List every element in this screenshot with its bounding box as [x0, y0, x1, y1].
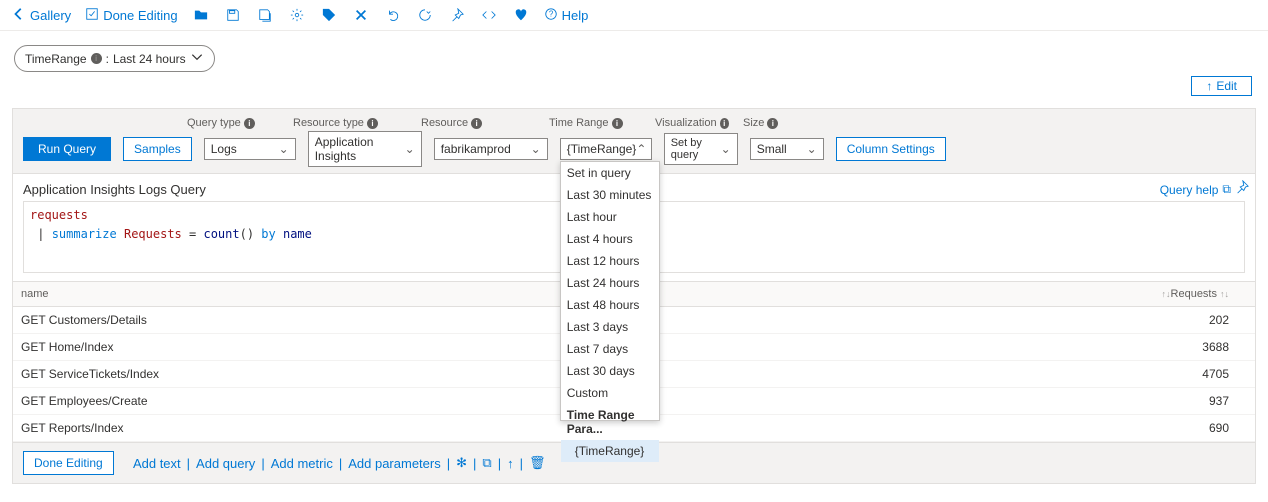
open-icon[interactable] [192, 6, 210, 24]
pill-value: Last 24 hours [113, 52, 186, 66]
query-help-link[interactable]: Query help⧉ [1160, 182, 1231, 197]
cell-requests: 3688 [1127, 334, 1237, 361]
time-range-option[interactable]: Last 48 hours [561, 294, 659, 316]
chevron-down-icon: ⌄ [807, 142, 817, 156]
code-icon[interactable] [480, 6, 498, 24]
sort-icon: ↑↓ [1162, 289, 1171, 299]
sort-icon: ↑↓ [1220, 289, 1229, 299]
edit-row: ↑ Edit [0, 72, 1268, 102]
heart-icon[interactable] [512, 6, 530, 24]
cell-requests: 4705 [1127, 361, 1237, 388]
time-range-option[interactable]: Last 7 days [561, 338, 659, 360]
help-link[interactable]: ? Help [544, 7, 589, 24]
time-range-option-header: Time Range Para... [561, 404, 659, 440]
chevron-down-icon [190, 50, 204, 67]
help-label: Help [562, 8, 589, 23]
timerange-pill[interactable]: TimeRange i : Last 24 hours [14, 45, 215, 72]
time-range-option[interactable]: Last 24 hours [561, 272, 659, 294]
time-range-option-selected[interactable]: {TimeRange} [561, 440, 659, 462]
add-text-link[interactable]: Add text [133, 456, 181, 471]
size-select[interactable]: Small⌄ [750, 138, 824, 160]
time-range-select[interactable]: {TimeRange}⌃ Set in query Last 30 minute… [560, 138, 652, 160]
cell-requests: 937 [1127, 388, 1237, 415]
info-icon: i [91, 53, 102, 64]
time-range-option[interactable]: Last 30 minutes [561, 184, 659, 206]
chevron-up-icon: ⌃ [636, 142, 646, 156]
delete-icon[interactable]: 🗑 [529, 455, 546, 471]
info-icon: i [244, 118, 255, 129]
pin-icon[interactable] [448, 6, 466, 24]
samples-button[interactable]: Samples [123, 137, 192, 161]
controls-row: Run Query Samples Logs⌄ Application Insi… [23, 131, 1245, 167]
top-toolbar: Gallery Done Editing ? Help [0, 0, 1268, 31]
label-resource-type: Resource typei [293, 117, 407, 129]
label-query-type: Query typei [187, 117, 279, 129]
back-arrow-icon [12, 7, 26, 24]
cell-requests: 202 [1127, 307, 1237, 334]
scroll-spacer [1237, 282, 1255, 307]
cell-requests: 690 [1127, 415, 1237, 442]
time-range-option[interactable]: Last 3 days [561, 316, 659, 338]
info-icon: i [471, 118, 482, 129]
external-link-icon: ⧉ [1222, 182, 1231, 197]
time-range-option[interactable]: Last hour [561, 206, 659, 228]
label-resource: Resourcei [421, 117, 535, 129]
done-editing-button[interactable]: Done Editing [23, 451, 114, 475]
visualization-select[interactable]: Set by query⌄ [664, 133, 738, 165]
close-icon[interactable] [352, 6, 370, 24]
up-arrow-icon: ↑ [1206, 79, 1212, 93]
settings-icon[interactable]: ✻ [456, 455, 467, 471]
time-range-option[interactable]: Last 12 hours [561, 250, 659, 272]
query-card: Query typei Resource typei Resourcei Tim… [12, 108, 1256, 484]
label-visualization: Visualizationi [655, 117, 729, 129]
time-range-option[interactable]: Last 30 days [561, 360, 659, 382]
tag-icon[interactable] [320, 6, 338, 24]
time-range-option[interactable]: Custom [561, 382, 659, 404]
gear-icon[interactable] [288, 6, 306, 24]
time-range-option[interactable]: Set in query [561, 162, 659, 184]
pill-colon: : [106, 52, 109, 66]
done-editing-icon [85, 7, 99, 24]
info-icon: i [720, 118, 729, 129]
add-parameters-link[interactable]: Add parameters [348, 456, 441, 471]
chevron-down-icon: ⌄ [721, 142, 731, 156]
card-header: Query typei Resource typei Resourcei Tim… [13, 109, 1255, 174]
resource-select[interactable]: fabrikamprod⌄ [434, 138, 548, 160]
label-size: Sizei [743, 117, 817, 129]
query-pin-icon[interactable] [1235, 180, 1249, 197]
pill-name: TimeRange [25, 52, 87, 66]
edit-button[interactable]: ↑ Edit [1191, 76, 1252, 96]
column-settings-button[interactable]: Column Settings [836, 137, 946, 161]
column-requests[interactable]: ↑↓Requests↑↓ [1127, 282, 1237, 307]
info-icon: i [612, 118, 623, 129]
edit-label: Edit [1216, 79, 1237, 93]
redo-icon[interactable] [416, 6, 434, 24]
control-labels: Query typei Resource typei Resourcei Tim… [23, 117, 1245, 129]
help-icon: ? [544, 7, 558, 24]
done-editing-label: Done Editing [103, 8, 177, 23]
copy-icon[interactable]: ⧉ [482, 455, 491, 471]
save-icon[interactable] [224, 6, 242, 24]
done-editing-link[interactable]: Done Editing [85, 7, 177, 24]
gallery-link[interactable]: Gallery [12, 7, 71, 24]
save-as-icon[interactable] [256, 6, 274, 24]
time-range-dropdown: Set in query Last 30 minutes Last hour L… [560, 161, 660, 421]
query-type-select[interactable]: Logs⌄ [204, 138, 296, 160]
chevron-down-icon: ⌄ [405, 142, 415, 156]
chevron-down-icon: ⌄ [531, 142, 541, 156]
resource-type-select[interactable]: Application Insights⌄ [308, 131, 422, 167]
gallery-label: Gallery [30, 8, 71, 23]
chevron-down-icon: ⌄ [279, 142, 289, 156]
time-range-option[interactable]: Last 4 hours [561, 228, 659, 250]
run-query-button[interactable]: Run Query [23, 137, 111, 161]
undo-icon[interactable] [384, 6, 402, 24]
info-icon: i [367, 118, 378, 129]
info-icon: i [767, 118, 778, 129]
svg-text:?: ? [548, 9, 553, 18]
add-query-link[interactable]: Add query [196, 456, 255, 471]
add-metric-link[interactable]: Add metric [271, 456, 333, 471]
label-time-range: Time Rangei [549, 117, 641, 129]
move-up-icon[interactable]: ↑ [507, 456, 514, 471]
